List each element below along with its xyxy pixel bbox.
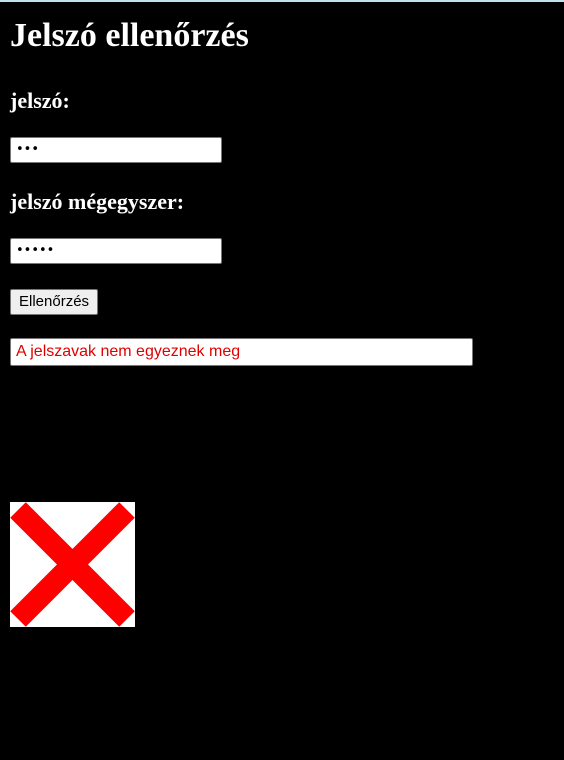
red-x-icon-graphic xyxy=(10,502,135,627)
check-button[interactable]: Ellenőrzés xyxy=(10,289,99,315)
page-title: Jelszó ellenőrzés xyxy=(10,17,249,54)
confirm-password-input[interactable]: ••••• xyxy=(10,238,222,264)
result-message-field[interactable]: A jelszavak nem egyeznek meg xyxy=(10,338,473,366)
confirm-password-label: jelszó mégegyszer: xyxy=(10,189,185,214)
password-label: jelszó: xyxy=(10,88,70,113)
red-x-icon xyxy=(10,502,135,627)
window-top-border xyxy=(0,0,564,2)
password-input[interactable]: ••• xyxy=(10,137,222,163)
